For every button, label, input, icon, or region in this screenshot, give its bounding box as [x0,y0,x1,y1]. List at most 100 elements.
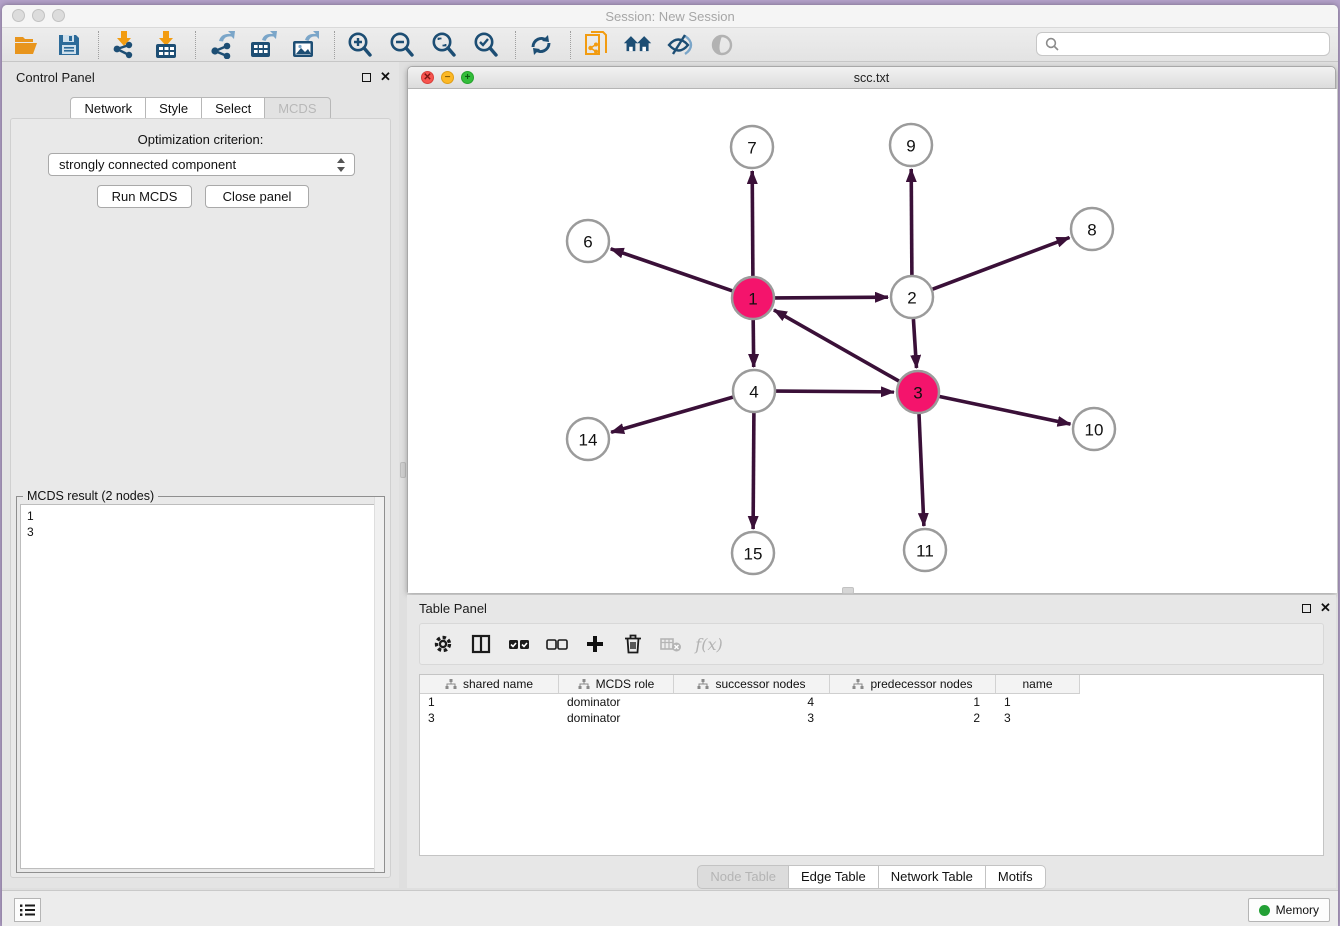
edge-1-6[interactable] [611,249,733,291]
zoom-out-icon[interactable] [387,31,417,59]
edge-1-4[interactable] [753,320,754,367]
task-history-button[interactable] [14,898,41,922]
export-network-icon[interactable] [206,31,236,59]
tab-motifs[interactable]: Motifs [986,865,1046,889]
cell-name[interactable]: 3 [996,710,1080,726]
column-header-MCDS-role[interactable]: MCDS role [559,675,674,694]
mcds-result-title: MCDS result (2 nodes) [23,489,158,503]
cell-MCDS-role[interactable]: dominator [559,694,674,710]
float-table-panel-icon[interactable] [1302,604,1311,613]
table-mode-icon[interactable] [468,632,494,656]
zoom-selected-icon[interactable] [471,31,501,59]
cell-shared-name[interactable]: 3 [420,710,559,726]
network-title: scc.txt [408,71,1335,85]
tab-edge-table[interactable]: Edge Table [789,865,879,889]
cell-MCDS-role[interactable]: dominator [559,710,674,726]
delete-columns-icon[interactable] [620,632,646,656]
export-table-icon[interactable] [248,31,278,59]
node-1[interactable]: 1 [732,277,774,319]
edge-2-9[interactable] [911,169,912,275]
tab-network-table[interactable]: Network Table [879,865,986,889]
table-toolbar: f(x) [419,623,1324,665]
node-14[interactable]: 14 [567,418,609,460]
zoom-in-icon[interactable] [345,31,375,59]
svg-text:14: 14 [579,431,598,450]
node-11[interactable]: 11 [904,529,946,571]
memory-button[interactable]: Memory [1248,898,1330,922]
close-panel-button[interactable]: Close panel [205,185,309,208]
table-body: 1dominator4113dominator323 [420,694,1323,726]
node-8[interactable]: 8 [1071,208,1113,250]
split-divider-grip[interactable] [842,587,854,594]
split-divider-grip[interactable] [400,462,406,478]
column-header-predecessor-nodes[interactable]: predecessor nodes [830,675,996,694]
create-column-icon[interactable] [582,632,608,656]
main-toolbar [2,28,1338,62]
cell-predecessor-nodes[interactable]: 1 [830,694,996,710]
search-icon [1045,37,1060,52]
select-all-columns-icon[interactable] [506,632,532,656]
app-window: Session: New Session [2,5,1338,926]
node-table[interactable]: shared nameMCDS rolesuccessor nodesprede… [419,674,1324,856]
unselect-all-columns-icon[interactable] [544,632,570,656]
edge-4-3[interactable] [776,391,894,392]
export-image-icon[interactable] [290,31,320,59]
tab-node-table[interactable]: Node Table [697,865,789,889]
node-9[interactable]: 9 [890,124,932,166]
node-3[interactable]: 3 [897,371,939,413]
criterion-select[interactable]: strongly connected component [48,153,355,176]
table-header-row: shared nameMCDS rolesuccessor nodesprede… [420,675,1323,694]
open-file-icon[interactable] [12,31,42,59]
edge-2-8[interactable] [933,238,1070,290]
run-mcds-button[interactable]: Run MCDS [97,185,192,208]
node-7[interactable]: 7 [731,126,773,168]
edge-4-14[interactable] [611,397,733,432]
cell-successor-nodes[interactable]: 4 [674,694,830,710]
close-panel-icon[interactable]: ✕ [380,69,391,85]
close-table-panel-icon[interactable]: ✕ [1320,600,1331,616]
cell-shared-name[interactable]: 1 [420,694,559,710]
column-header-successor-nodes[interactable]: successor nodes [674,675,830,694]
edge-2-3[interactable] [913,319,916,368]
table-row[interactable]: 3dominator323 [420,710,1323,726]
node-4[interactable]: 4 [733,370,775,412]
edge-3-11[interactable] [919,414,924,526]
toolbar-separator [334,31,335,59]
svg-text:7: 7 [747,139,756,158]
network-canvas[interactable]: 1 2 3 4 6 7 8 9 10 11 14 15 [408,89,1337,593]
search-input[interactable] [1066,37,1321,51]
toolbar-separator [195,31,196,59]
cell-name[interactable]: 1 [996,694,1080,710]
import-table-icon[interactable] [151,31,181,59]
node-2[interactable]: 2 [891,276,933,318]
search-box[interactable] [1036,32,1330,56]
edge-1-7[interactable] [752,171,753,276]
float-panel-icon[interactable] [362,73,371,82]
cell-successor-nodes[interactable]: 3 [674,710,830,726]
zoom-fit-icon[interactable] [429,31,459,59]
edge-4-15[interactable] [753,413,754,529]
cell-predecessor-nodes[interactable]: 2 [830,710,996,726]
cyndex-home-icon[interactable] [623,31,653,59]
column-header-name[interactable]: name [996,675,1080,694]
clone-network-icon[interactable] [581,31,611,59]
table-row[interactable]: 1dominator411 [420,694,1323,710]
column-settings-icon[interactable] [430,632,456,656]
node-10[interactable]: 10 [1073,408,1115,450]
edge-3-10[interactable] [940,397,1071,425]
network-title-bar[interactable]: ✕ − + scc.txt [408,67,1335,89]
refresh-icon[interactable] [526,31,556,59]
import-network-icon[interactable] [109,31,139,59]
edge-3-1[interactable] [774,310,899,381]
save-icon[interactable] [54,31,84,59]
table-tabs: Node TableEdge TableNetwork TableMotifs [407,865,1336,889]
node-6[interactable]: 6 [567,220,609,262]
result-scrollbar[interactable] [374,497,384,872]
column-header-shared-name[interactable]: shared name [420,675,559,694]
edge-1-2[interactable] [775,297,888,298]
hide-panels-icon[interactable] [665,31,695,59]
mcds-result-text[interactable]: 1 3 [20,504,381,869]
node-15[interactable]: 15 [732,532,774,574]
function-builder-icon: f(x) [696,632,722,656]
svg-text:6: 6 [583,233,592,252]
